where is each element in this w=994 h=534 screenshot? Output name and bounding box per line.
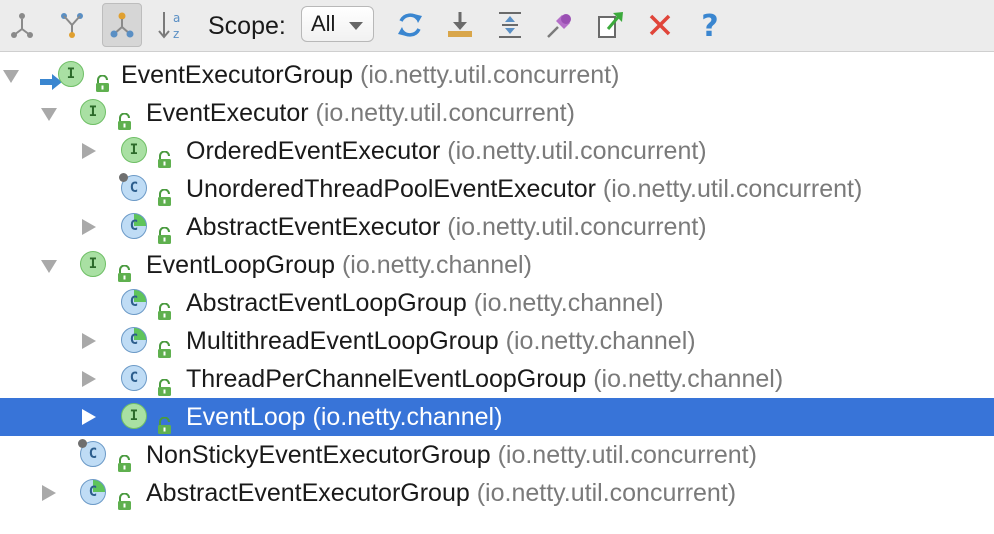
- public-lock-icon: [94, 66, 111, 92]
- tree-row-label: AbstractEventExecutorGroup (io.netty.uti…: [146, 479, 737, 507]
- public-lock-icon: [116, 484, 133, 510]
- export-icon[interactable]: [440, 3, 480, 47]
- chevron-down-icon[interactable]: [41, 108, 57, 121]
- chevron-right-icon[interactable]: [82, 409, 96, 425]
- expand-all-icon[interactable]: [490, 3, 530, 47]
- interface-icon: I: [80, 99, 106, 125]
- public-lock-icon: [156, 332, 173, 358]
- class-hierarchy-icon[interactable]: [102, 3, 142, 47]
- tree-row-nonstickyeventexecutorgroup[interactable]: C NonStickyEventExecutorGroup (io.netty.…: [0, 436, 994, 474]
- subtype-hierarchy-icon[interactable]: [52, 3, 92, 47]
- supertype-hierarchy-icon[interactable]: [2, 3, 42, 47]
- class-icon: C: [119, 173, 147, 201]
- chevron-right-icon[interactable]: [82, 143, 96, 159]
- pin-icon[interactable]: [540, 3, 580, 47]
- tree-row-label: AbstractEventExecutor (io.netty.util.con…: [186, 213, 707, 241]
- tree-row-eventexecutorgroup[interactable]: I EventExecutorGroup (io.netty.util.conc…: [0, 56, 994, 94]
- tree-row-orderedeventexecutor[interactable]: I OrderedEventExecutor (io.netty.util.co…: [0, 132, 994, 170]
- interface-icon: I: [121, 137, 147, 163]
- svg-text:a: a: [173, 11, 180, 25]
- chevron-down-icon: [349, 22, 363, 30]
- public-lock-icon: [116, 446, 133, 472]
- interface-icon: I: [121, 403, 147, 429]
- hierarchy-toolbar: a z Scope: All ?: [0, 0, 994, 52]
- chevron-down-icon[interactable]: [3, 70, 19, 83]
- public-lock-icon: [156, 180, 173, 206]
- public-lock-icon: [156, 408, 173, 434]
- tree-row-label: UnorderedThreadPoolEventExecutor (io.net…: [186, 175, 863, 203]
- abstract-class-icon: C: [121, 289, 147, 315]
- refresh-icon[interactable]: [390, 3, 430, 47]
- help-icon[interactable]: ?: [690, 3, 730, 47]
- abstract-class-icon: C: [121, 327, 147, 353]
- tree-row-eventloop[interactable]: I EventLoop (io.netty.channel): [0, 398, 994, 436]
- public-lock-icon: [156, 142, 173, 168]
- tree-row-label: ThreadPerChannelEventLoopGroup (io.netty…: [186, 365, 784, 393]
- svg-text:z: z: [173, 27, 179, 41]
- tree-row-label: MultithreadEventLoopGroup (io.netty.chan…: [186, 327, 696, 355]
- tree-row-label: NonStickyEventExecutorGroup (io.netty.ut…: [146, 441, 757, 469]
- tree-row-label: EventExecutorGroup (io.netty.util.concur…: [121, 61, 620, 89]
- chevron-right-icon[interactable]: [42, 485, 56, 501]
- svg-text:?: ?: [701, 9, 718, 41]
- chevron-right-icon[interactable]: [82, 333, 96, 349]
- tree-row-abstracteventexecutor[interactable]: C AbstractEventExecutor (io.netty.util.c…: [0, 208, 994, 246]
- chevron-down-icon[interactable]: [41, 260, 57, 273]
- tree-row-eventloopgroup[interactable]: I EventLoopGroup (io.netty.channel): [0, 246, 994, 284]
- public-lock-icon: [156, 218, 173, 244]
- chevron-right-icon[interactable]: [82, 219, 96, 235]
- tree-row-label: EventExecutor (io.netty.util.concurrent): [146, 99, 575, 127]
- public-lock-icon: [116, 256, 133, 282]
- tree-row-abstracteventexecutorgroup[interactable]: C AbstractEventExecutorGroup (io.netty.u…: [0, 474, 994, 512]
- sort-alphabetically-icon[interactable]: a z: [152, 3, 192, 47]
- interface-icon: I: [80, 251, 106, 277]
- public-lock-icon: [156, 370, 173, 396]
- open-in-tool-window-icon[interactable]: [590, 3, 630, 47]
- abstract-class-icon: C: [80, 479, 106, 505]
- class-icon: C: [78, 439, 106, 467]
- public-lock-icon: [116, 104, 133, 130]
- scope-label: Scope:: [208, 12, 286, 40]
- abstract-class-icon: C: [121, 213, 147, 239]
- scope-select[interactable]: All: [301, 6, 374, 42]
- scope-select-value: All: [311, 11, 336, 36]
- tree-row-label: OrderedEventExecutor (io.netty.util.conc…: [186, 137, 707, 165]
- public-lock-icon: [156, 294, 173, 320]
- tree-row-unorderedthreadpooleventexecutor[interactable]: C UnorderedThreadPoolEventExecutor (io.n…: [0, 170, 994, 208]
- close-icon[interactable]: [640, 3, 680, 47]
- chevron-right-icon[interactable]: [82, 371, 96, 387]
- tree-row-label: EventLoop (io.netty.channel): [186, 403, 503, 431]
- class-icon: C: [121, 365, 147, 391]
- interface-icon: I: [58, 61, 84, 87]
- tree-row-multithreadeventloopgroup[interactable]: C MultithreadEventLoopGroup (io.netty.ch…: [0, 322, 994, 360]
- tree-row-threadperchanneleventloopgroup[interactable]: C ThreadPerChannelEventLoopGroup (io.net…: [0, 360, 994, 398]
- tree-row-eventexecutor[interactable]: I EventExecutor (io.netty.util.concurren…: [0, 94, 994, 132]
- tree-row-label: EventLoopGroup (io.netty.channel): [146, 251, 532, 279]
- tree-row-label: AbstractEventLoopGroup (io.netty.channel…: [186, 289, 664, 317]
- tree-row-abstracteventloopgroup[interactable]: C AbstractEventLoopGroup (io.netty.chann…: [0, 284, 994, 322]
